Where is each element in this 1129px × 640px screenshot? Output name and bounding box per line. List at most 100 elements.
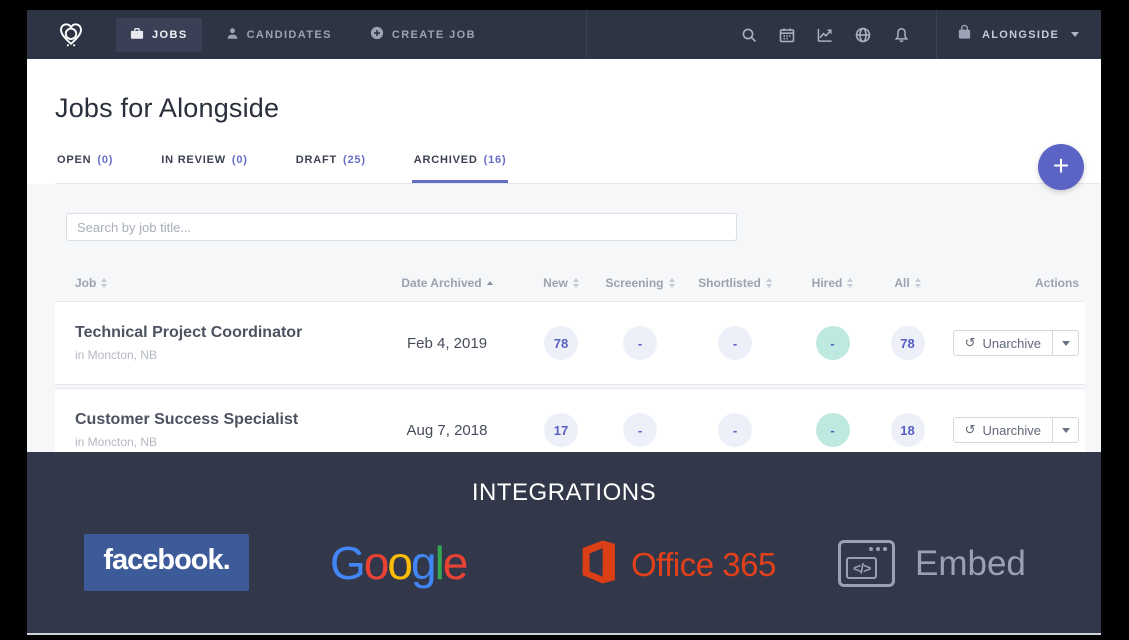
job-location: in Moncton, NB: [75, 348, 372, 362]
column-label: Screening: [605, 276, 663, 290]
plus-circle-icon: [370, 26, 384, 43]
account-menu[interactable]: ALONGSIDE: [937, 10, 1101, 59]
calendar-icon[interactable]: [779, 27, 795, 43]
screening-count-badge[interactable]: -: [623, 326, 657, 360]
column-label: New: [543, 276, 568, 290]
column-label: Shortlisted: [698, 276, 761, 290]
nav-item-jobs[interactable]: JOBS: [116, 18, 202, 52]
hired-count-badge[interactable]: -: [816, 413, 850, 447]
tab-label: DRAFT: [296, 154, 337, 166]
company-bag-icon: [957, 24, 972, 45]
screening-count-badge[interactable]: -: [623, 413, 657, 447]
page-header: Jobs for Alongside OPEN (0) IN REVIEW (0…: [27, 59, 1101, 184]
navbar-toolbar: [730, 27, 920, 43]
briefcase-icon: [130, 27, 144, 43]
unarchive-button[interactable]: ↺ Unarchive: [954, 331, 1052, 355]
jobs-table: Job Date Archived New Screening Shortlis…: [55, 264, 1085, 452]
account-name: ALONGSIDE: [982, 29, 1059, 41]
facebook-wordmark: facebook.: [103, 544, 229, 581]
nav-item-label: CREATE JOB: [392, 29, 476, 41]
add-job-button[interactable]: +: [1038, 144, 1084, 190]
unarchive-icon: ↺: [965, 423, 976, 438]
tab-label: OPEN: [57, 154, 91, 166]
shortlisted-count-badge[interactable]: -: [718, 413, 752, 447]
tab-label: ARCHIVED: [414, 154, 478, 166]
sort-icon: [847, 278, 853, 288]
new-count-badge[interactable]: 17: [544, 413, 578, 447]
nav-item-candidates[interactable]: CANDIDATES: [212, 18, 346, 52]
office365-logo[interactable]: Office 365: [578, 538, 776, 591]
office-icon: [578, 538, 618, 591]
date-archived: Aug 7, 2018: [372, 422, 522, 439]
tab-draft[interactable]: DRAFT (25): [294, 154, 368, 183]
column-header-all[interactable]: All: [875, 276, 940, 290]
unarchive-dropdown-toggle[interactable]: [1052, 331, 1078, 355]
person-icon: [226, 27, 239, 43]
tab-archived[interactable]: ARCHIVED (16): [412, 154, 509, 183]
caret-down-icon: [1062, 428, 1070, 433]
analytics-icon[interactable]: [817, 27, 833, 43]
sort-icon: [915, 278, 921, 288]
tab-count: (0): [97, 154, 113, 166]
sort-icon: [669, 278, 675, 288]
all-count-badge[interactable]: 78: [891, 326, 925, 360]
column-label: All: [894, 276, 909, 290]
google-logo[interactable]: Google: [330, 536, 466, 590]
table-header-row: Job Date Archived New Screening Shortlis…: [55, 264, 1085, 301]
unarchive-label: Unarchive: [982, 336, 1041, 351]
office-wordmark: Office 365: [631, 546, 776, 584]
column-header-new[interactable]: New: [522, 276, 600, 290]
tab-open[interactable]: OPEN (0): [55, 154, 115, 183]
bell-icon[interactable]: [893, 27, 909, 43]
column-header-job[interactable]: Job: [55, 276, 372, 290]
job-title[interactable]: Customer Success Specialist: [75, 411, 372, 429]
job-title[interactable]: Technical Project Coordinator: [75, 324, 372, 342]
tab-label: IN REVIEW: [161, 154, 226, 166]
search-icon[interactable]: [741, 27, 757, 43]
integrations-heading: INTEGRATIONS: [27, 452, 1101, 507]
nav-item-label: JOBS: [152, 29, 188, 41]
facebook-logo[interactable]: facebook.: [84, 534, 249, 591]
job-search-input[interactable]: [66, 213, 737, 241]
column-label: Date Archived: [401, 276, 481, 290]
unarchive-dropdown-toggle[interactable]: [1052, 418, 1078, 442]
app-window: JOBS CANDIDATES: [27, 10, 1101, 617]
navbar-divider: [586, 10, 587, 59]
integrations-section: INTEGRATIONS facebook. Google Office 365…: [27, 452, 1101, 635]
embed-logo[interactable]: </> Embed: [838, 540, 1026, 587]
date-archived: Feb 4, 2019: [372, 335, 522, 352]
unarchive-icon: ↺: [965, 336, 976, 351]
tab-in-review[interactable]: IN REVIEW (0): [159, 154, 250, 183]
column-label: Actions: [1035, 276, 1079, 290]
hired-count-badge[interactable]: -: [816, 326, 850, 360]
new-count-badge[interactable]: 78: [544, 326, 578, 360]
status-tabs: OPEN (0) IN REVIEW (0) DRAFT (25) ARCHIV…: [55, 154, 1101, 184]
job-location: in Moncton, NB: [75, 435, 372, 449]
column-label: Hired: [812, 276, 843, 290]
chevron-down-icon: [1071, 32, 1079, 37]
globe-icon[interactable]: [855, 27, 871, 43]
column-header-hired[interactable]: Hired: [790, 276, 875, 290]
unarchive-button[interactable]: ↺ Unarchive: [954, 418, 1052, 442]
column-header-screening[interactable]: Screening: [600, 276, 680, 290]
alongside-logo-icon[interactable]: [54, 20, 88, 50]
unarchive-split-button: ↺ Unarchive: [953, 330, 1079, 356]
nav-item-label: CANDIDATES: [247, 29, 332, 41]
jobs-list-panel: Job Date Archived New Screening Shortlis…: [27, 184, 1101, 452]
shortlisted-count-badge[interactable]: -: [718, 326, 752, 360]
embed-wordmark: Embed: [915, 544, 1026, 584]
top-navbar: JOBS CANDIDATES: [27, 10, 1101, 59]
unarchive-label: Unarchive: [982, 423, 1041, 438]
table-row: Technical Project Coordinator in Moncton…: [55, 301, 1085, 385]
column-header-date-archived[interactable]: Date Archived: [372, 276, 522, 290]
nav-item-create-job[interactable]: CREATE JOB: [356, 17, 490, 52]
column-header-shortlisted[interactable]: Shortlisted: [680, 276, 790, 290]
plus-icon: +: [1053, 152, 1069, 180]
main-nav: JOBS CANDIDATES: [116, 17, 490, 52]
page-title: Jobs for Alongside: [27, 59, 1101, 124]
unarchive-split-button: ↺ Unarchive: [953, 417, 1079, 443]
sort-icon: [573, 278, 579, 288]
table-row: Customer Success Specialist in Moncton, …: [55, 388, 1085, 452]
embed-code-icon: </>: [838, 540, 895, 587]
all-count-badge[interactable]: 18: [891, 413, 925, 447]
